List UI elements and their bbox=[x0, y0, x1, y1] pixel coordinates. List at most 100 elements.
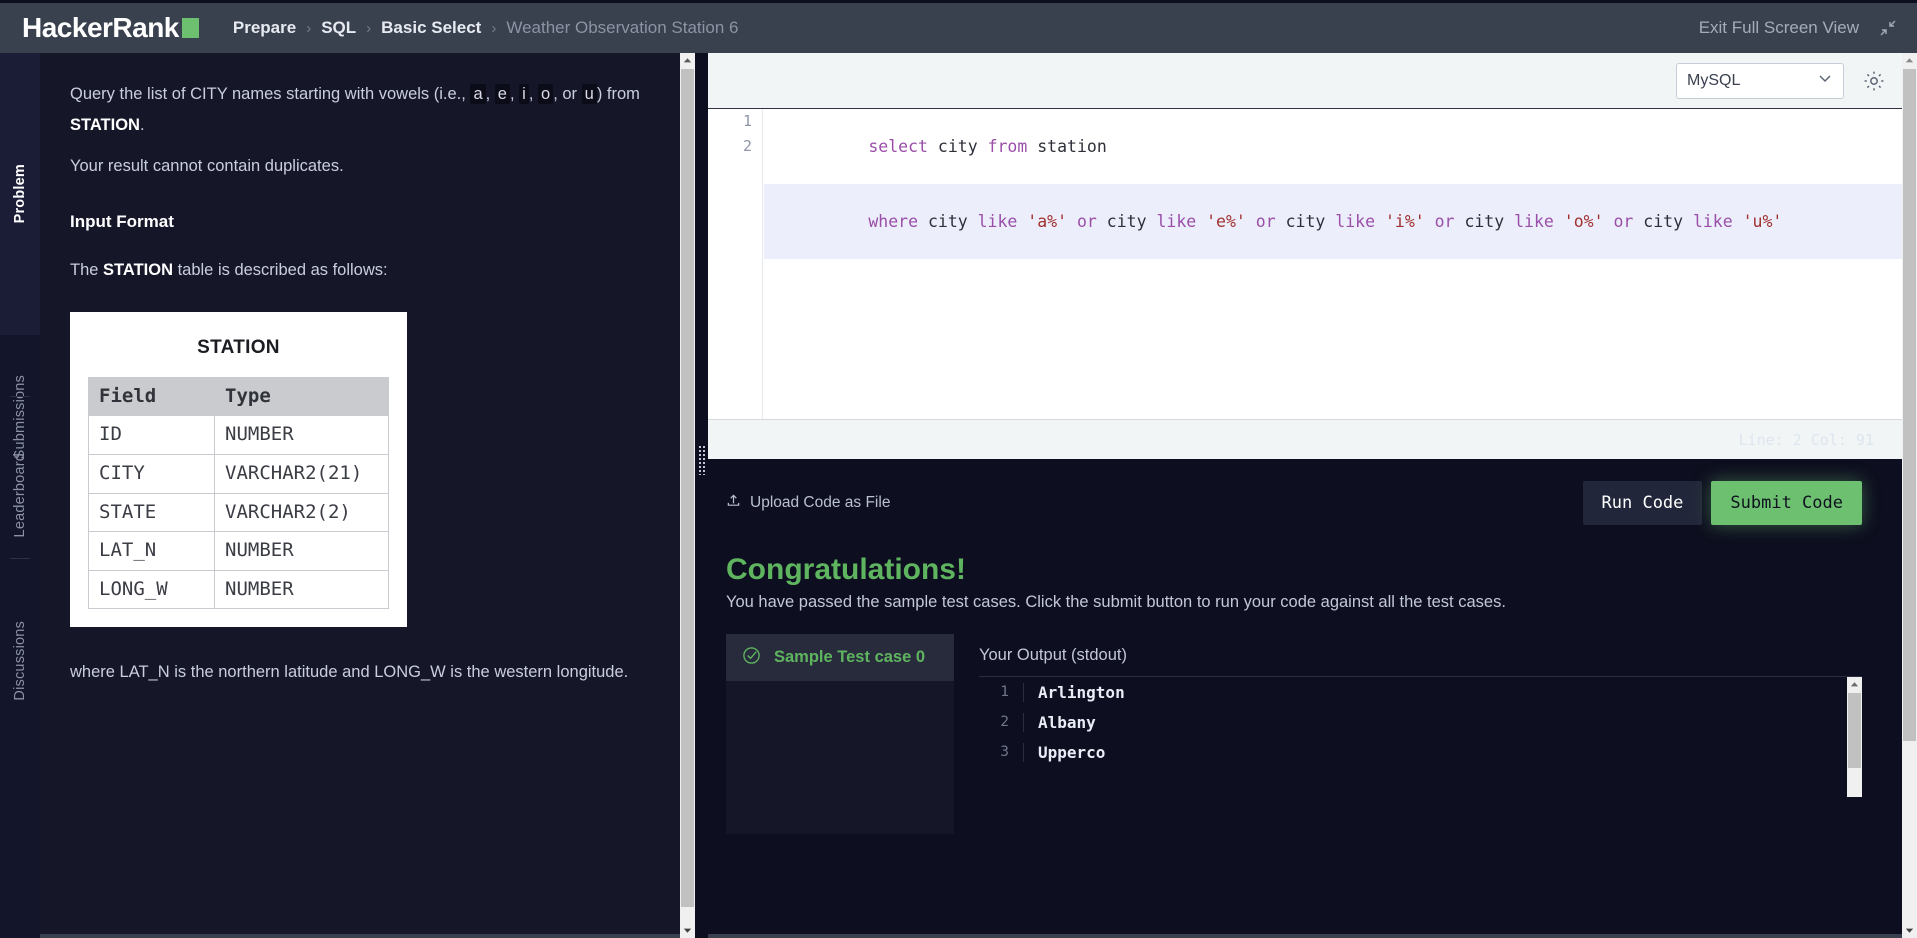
editor-status-bar: Line: 2 Col: 91 bbox=[708, 419, 1902, 459]
language-select[interactable]: MySQL bbox=[1676, 62, 1844, 99]
testcase-list: Sample Test case 0 bbox=[726, 634, 954, 834]
problem-line-1-post: ) from bbox=[596, 85, 640, 103]
line-number: 1 bbox=[742, 112, 752, 130]
scroll-down-arrow-icon[interactable] bbox=[1902, 923, 1917, 938]
page-scrollbar[interactable] bbox=[1902, 53, 1917, 938]
check-circle-icon bbox=[742, 646, 761, 670]
breadcrumb-separator-icon: › bbox=[306, 19, 312, 37]
breadcrumb-item-prepare[interactable]: Prepare bbox=[233, 18, 296, 38]
token-identifier: city bbox=[937, 137, 988, 156]
cell-type: NUMBER bbox=[214, 569, 389, 610]
cell-field: STATE bbox=[88, 492, 215, 533]
scroll-down-arrow-icon[interactable] bbox=[680, 923, 695, 938]
scroll-up-arrow-icon[interactable] bbox=[680, 53, 695, 68]
cell-field: ID bbox=[88, 415, 215, 455]
scrollbar-thumb[interactable] bbox=[1903, 69, 1916, 741]
cell-field: CITY bbox=[88, 453, 215, 494]
token-keyword: or bbox=[1434, 212, 1465, 231]
scrollbar-thumb[interactable] bbox=[1848, 693, 1861, 768]
output-column: Your Output (stdout) 1 Arlington 2 Alban… bbox=[979, 634, 1862, 834]
table-row: STATE VARCHAR2(2) bbox=[88, 492, 389, 533]
rail-divider bbox=[10, 396, 30, 397]
token-identifier: station bbox=[1037, 137, 1107, 156]
token-keyword: like bbox=[1514, 212, 1564, 231]
testcase-tab-sample-0[interactable]: Sample Test case 0 bbox=[726, 634, 954, 681]
testcase-area: Sample Test case 0 Your Output (stdout) … bbox=[726, 634, 1862, 834]
vowel-e: e bbox=[494, 84, 510, 104]
output-scrollbar[interactable] bbox=[1847, 677, 1862, 797]
scroll-up-arrow-icon[interactable] bbox=[1902, 53, 1917, 68]
code-line-2[interactable]: where city like 'a%' or city like 'e%' o… bbox=[764, 184, 1902, 259]
output-box: 1 Arlington 2 Albany 3 Upperco bbox=[979, 676, 1862, 797]
hackerrank-logo[interactable]: HackerRank bbox=[22, 12, 199, 44]
code-text-area[interactable]: select city from station where city like… bbox=[764, 109, 1902, 259]
testcase-panel-body bbox=[726, 681, 954, 834]
results-section: Congratulations! You have passed the sam… bbox=[708, 553, 1902, 834]
upload-label: Upload Code as File bbox=[750, 494, 891, 511]
described-pre: The bbox=[70, 260, 104, 279]
language-select-value: MySQL bbox=[1687, 71, 1741, 89]
submit-code-button[interactable]: Submit Code bbox=[1711, 481, 1862, 525]
token-identifier: city bbox=[1464, 212, 1515, 231]
sidebar-item-label: Leaderboard bbox=[12, 453, 28, 538]
token-keyword: select bbox=[868, 137, 938, 156]
pane-splitter[interactable] bbox=[695, 53, 708, 938]
cell-type: NUMBER bbox=[214, 531, 389, 571]
exit-full-screen-button[interactable]: Exit Full Screen View bbox=[1699, 18, 1897, 38]
cursor-position-label: Line: 2 Col: 91 bbox=[1738, 430, 1874, 449]
sidebar-item-label: Problem bbox=[12, 164, 28, 224]
problem-line-1: Query the list of CITY names starting wi… bbox=[70, 84, 640, 134]
run-code-button[interactable]: Run Code bbox=[1582, 481, 1703, 525]
token-string: 'e%' bbox=[1206, 212, 1256, 231]
breadcrumb-item-basic-select[interactable]: Basic Select bbox=[381, 18, 481, 38]
scrollbar-thumb[interactable] bbox=[681, 69, 694, 907]
editor-actions-bar: Upload Code as File Run Code Submit Code bbox=[708, 459, 1902, 547]
editor-line-number-gutter: 1 2 bbox=[708, 109, 763, 419]
gear-icon[interactable] bbox=[1862, 69, 1886, 93]
breadcrumb-separator-icon: › bbox=[491, 19, 497, 37]
column-header-type: Type bbox=[214, 376, 389, 417]
input-format-heading: Input Format bbox=[70, 211, 174, 231]
testcase-label: Sample Test case 0 bbox=[774, 648, 926, 666]
output-row-number: 3 bbox=[1000, 744, 1009, 760]
sidebar-item-discussions[interactable]: Discussions bbox=[0, 578, 40, 743]
station-table-title: STATION bbox=[197, 336, 280, 358]
window-bottom-edge bbox=[0, 934, 1917, 938]
vowel-o: o bbox=[538, 84, 554, 104]
congratulations-subtitle: You have passed the sample test cases. C… bbox=[726, 593, 1506, 611]
cell-type: VARCHAR2(2) bbox=[214, 492, 389, 533]
token-string: 'a%' bbox=[1027, 212, 1077, 231]
sidebar-item-problem[interactable]: Problem bbox=[0, 53, 40, 335]
token-identifier: city bbox=[1106, 212, 1157, 231]
sidebar-item-leaderboard[interactable]: Leaderboard bbox=[0, 413, 40, 578]
output-row: 2 Albany bbox=[979, 707, 1862, 737]
scroll-up-arrow-icon[interactable] bbox=[1847, 677, 1862, 692]
output-row-value: Upperco bbox=[1023, 742, 1105, 762]
editor-toolbar: MySQL bbox=[708, 53, 1902, 109]
upload-code-as-file-button[interactable]: Upload Code as File bbox=[726, 493, 890, 513]
upload-icon bbox=[726, 493, 741, 513]
vowel-u: u bbox=[581, 84, 597, 104]
vowel-a: a bbox=[470, 84, 486, 104]
chevron-down-icon bbox=[1817, 70, 1833, 91]
splitter-grip-handle[interactable] bbox=[698, 445, 705, 475]
column-header-field: Field bbox=[88, 376, 215, 417]
output-row-number: 1 bbox=[1000, 684, 1009, 700]
token-keyword: or bbox=[1613, 212, 1644, 231]
cell-field: LONG_W bbox=[88, 569, 215, 610]
token-keyword: or bbox=[1076, 212, 1107, 231]
problem-pane-scrollbar[interactable] bbox=[680, 53, 695, 938]
top-navigation-bar: HackerRank Prepare › SQL › Basic Select … bbox=[0, 3, 1917, 53]
table-name-ref: STATION bbox=[70, 115, 140, 134]
table-row: LONG_W NUMBER bbox=[88, 569, 389, 610]
token-string: 'o%' bbox=[1563, 212, 1614, 231]
problem-line-1-end: . bbox=[139, 115, 145, 134]
code-editor[interactable]: 1 2 select city from station where city … bbox=[708, 109, 1902, 419]
code-and-results-pane: MySQL 1 2 select city from station where… bbox=[708, 53, 1902, 938]
breadcrumb-item-sql[interactable]: SQL bbox=[321, 18, 356, 38]
code-line-1[interactable]: select city from station bbox=[764, 109, 1902, 184]
described-post: table is described as follows: bbox=[173, 260, 388, 279]
vowel-i: i bbox=[519, 84, 529, 104]
table-row: CITY VARCHAR2(21) bbox=[88, 453, 389, 494]
token-keyword: like bbox=[1156, 212, 1207, 231]
